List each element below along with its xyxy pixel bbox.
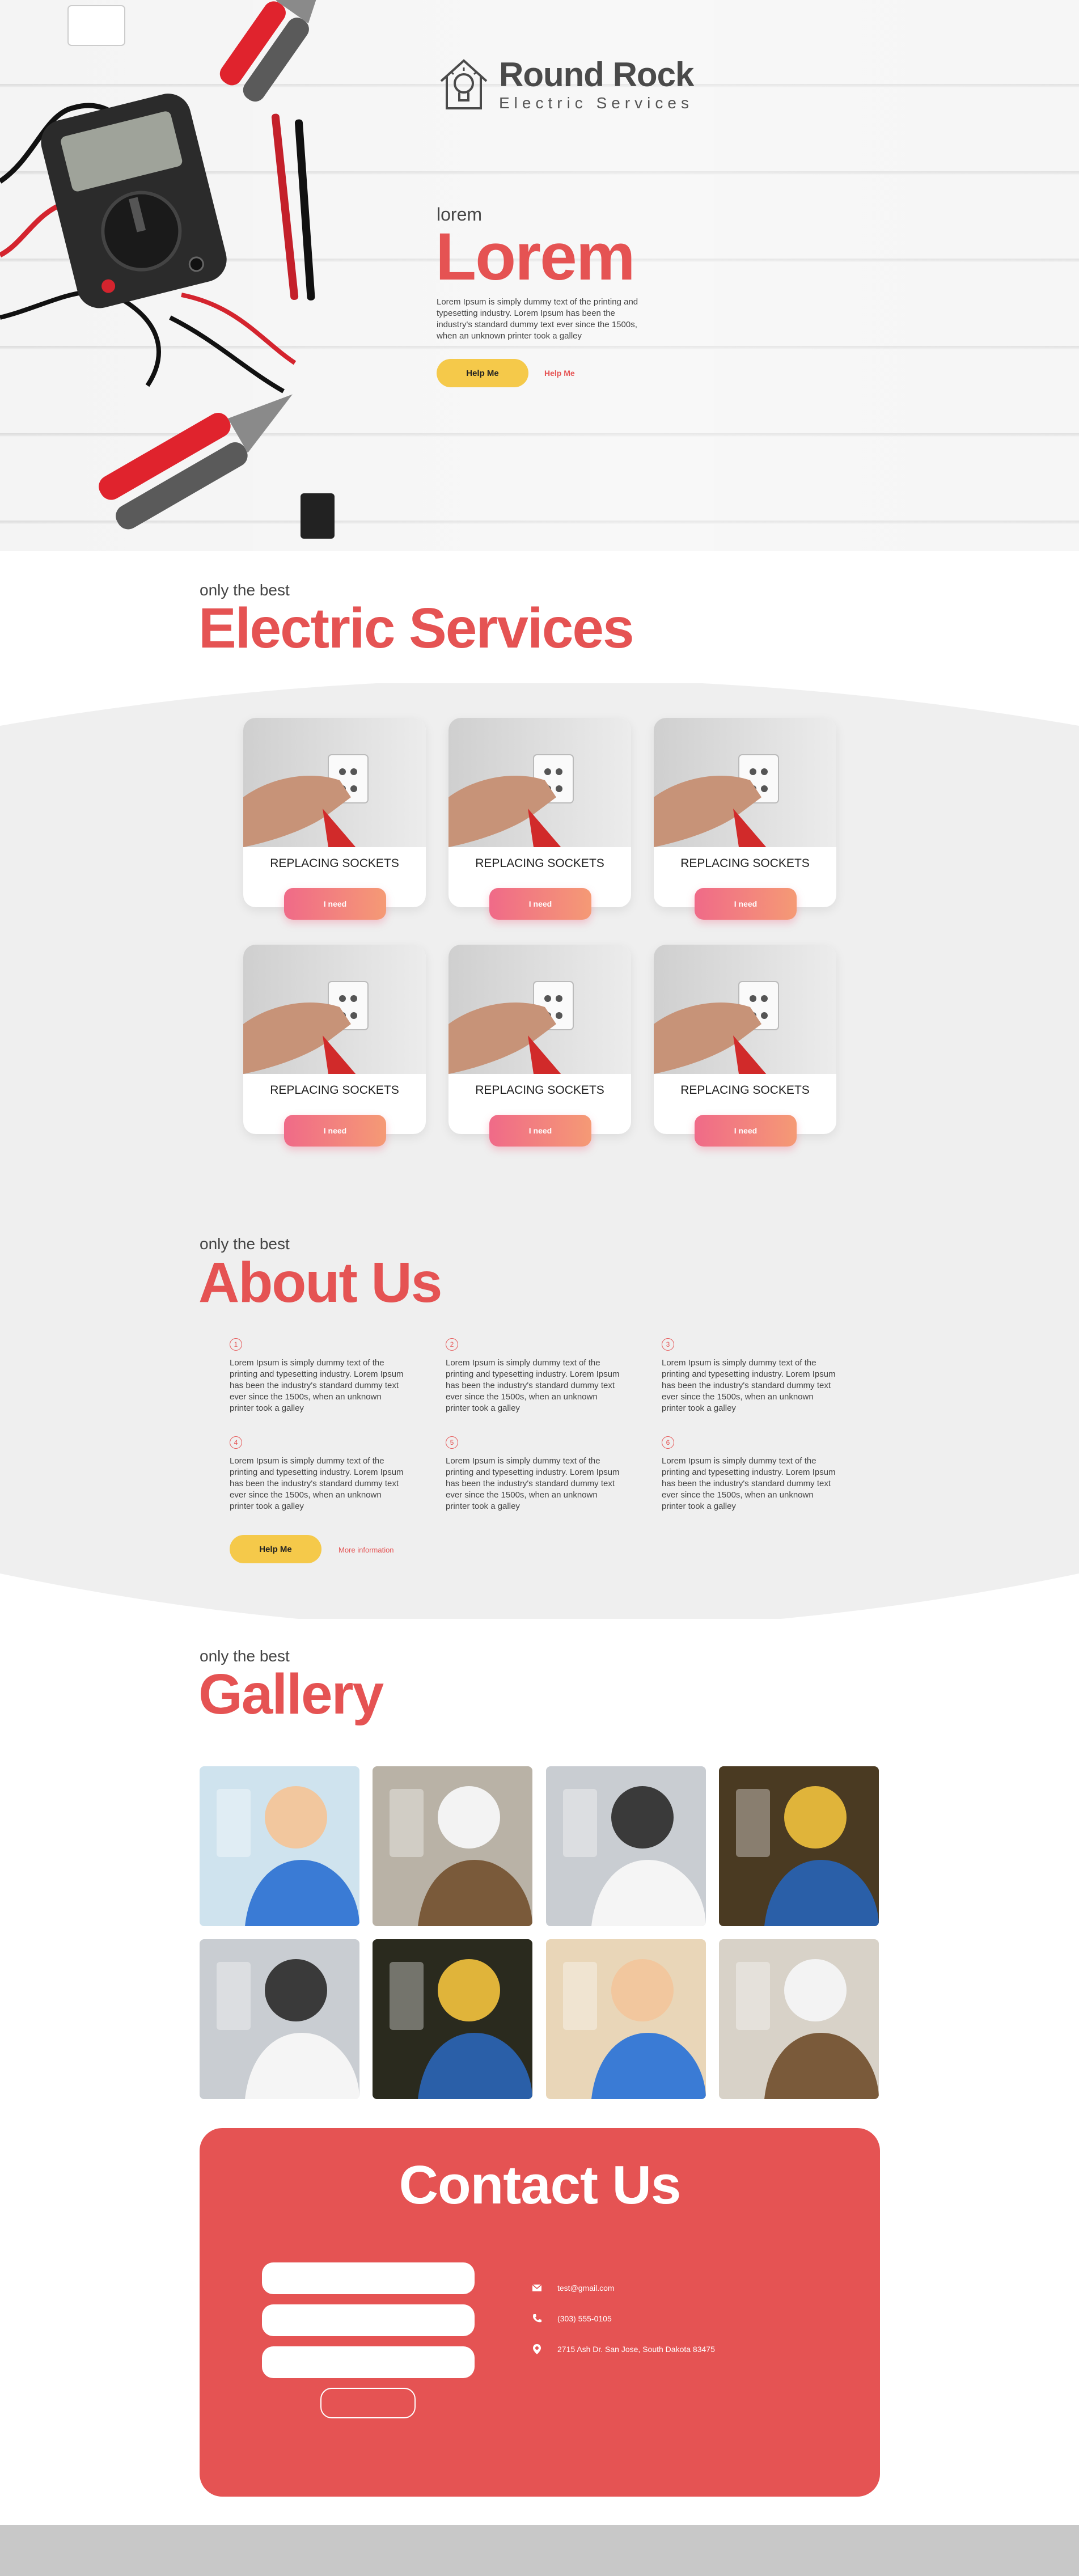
- contact-title: Contact Us: [399, 2155, 682, 2215]
- service-card[interactable]: REPLACING SOCKETS I need: [243, 718, 426, 920]
- about-item-number: 6: [662, 1436, 674, 1449]
- contact-address-text: 2715 Ash Dr. San Jose, South Dakota 8347…: [557, 2345, 715, 2354]
- gallery-photo: [546, 1939, 706, 2099]
- about-item: 4 Lorem Ipsum is simply dummy text of the…: [230, 1436, 405, 1512]
- about-item: 5 Lorem Ipsum is simply dummy text of the…: [446, 1436, 621, 1512]
- logo-text: Round Rock Electric Services: [499, 56, 694, 112]
- service-card-title: REPLACING SOCKETS: [270, 857, 399, 870]
- gallery-title: Gallery: [198, 1663, 384, 1726]
- mail-icon: [532, 2284, 542, 2291]
- about-item: 2 Lorem Ipsum is simply dummy text of the…: [446, 1338, 621, 1414]
- gallery-image[interactable]: [719, 1766, 879, 1926]
- hero-help-link[interactable]: Help Me: [544, 369, 575, 378]
- i-need-button[interactable]: I need: [489, 1115, 591, 1147]
- about-item-number: 2: [446, 1338, 458, 1351]
- i-need-button[interactable]: I need: [284, 888, 386, 920]
- contact-email-text: test@gmail.com: [557, 2283, 615, 2292]
- service-card-image: [448, 945, 631, 1075]
- gallery-image[interactable]: [546, 1939, 706, 2099]
- about-item-text: Lorem Ipsum is simply dummy text of the …: [230, 1358, 404, 1413]
- gallery-image[interactable]: [200, 1939, 359, 2099]
- about-help-button[interactable]: Help Me: [230, 1535, 321, 1563]
- more-information-link[interactable]: More information: [338, 1546, 394, 1554]
- service-card-title: REPLACING SOCKETS: [680, 857, 810, 870]
- gallery-photo: [200, 1766, 359, 1926]
- contact-section: Contact Us test@gmail.com (303) 555-0105…: [200, 2128, 880, 2497]
- service-card-title: REPLACING SOCKETS: [680, 1084, 810, 1097]
- about-item-number: 5: [446, 1436, 458, 1449]
- gallery-image[interactable]: [719, 1939, 879, 2099]
- service-card[interactable]: REPLACING SOCKETS I need: [448, 945, 631, 1147]
- electrician-tools-illustration: [0, 0, 335, 539]
- gallery-photo: [373, 1939, 532, 2099]
- gallery-image[interactable]: [373, 1939, 532, 2099]
- location-pin-icon: [533, 2344, 541, 2354]
- service-card[interactable]: REPLACING SOCKETS I need: [243, 945, 426, 1147]
- i-need-button[interactable]: I need: [695, 1115, 797, 1147]
- contact-phone[interactable]: (303) 555-0105: [531, 2313, 612, 2324]
- about-item: 1 Lorem Ipsum is simply dummy text of the…: [230, 1338, 405, 1414]
- about-item-text: Lorem Ipsum is simply dummy text of the …: [662, 1358, 836, 1413]
- logo-name: Round Rock: [499, 56, 694, 94]
- gallery-photo: [719, 1766, 879, 1926]
- hero-section: Round Rock Electric Services lorem Lorem…: [0, 0, 1079, 551]
- about-item: 6 Lorem Ipsum is simply dummy text of the…: [662, 1436, 837, 1512]
- i-need-button[interactable]: I need: [695, 888, 797, 920]
- gallery-photo: [373, 1766, 532, 1926]
- i-need-button[interactable]: I need: [284, 1115, 386, 1147]
- service-card[interactable]: REPLACING SOCKETS I need: [448, 718, 631, 920]
- about-item-number: 3: [662, 1338, 674, 1351]
- lightbulb-house-logo-icon: [440, 59, 488, 109]
- about-item-number: 1: [230, 1338, 242, 1351]
- about-item-text: Lorem Ipsum is simply dummy text of the …: [446, 1358, 620, 1413]
- service-card[interactable]: REPLACING SOCKETS I need: [654, 718, 836, 920]
- service-card-image: [654, 945, 836, 1075]
- service-card-title: REPLACING SOCKETS: [270, 1084, 399, 1097]
- about-item-number: 4: [230, 1436, 242, 1449]
- email-field[interactable]: [262, 2304, 475, 2336]
- submit-button[interactable]: [320, 2388, 416, 2418]
- gallery-photo: [546, 1766, 706, 1926]
- phone-icon: [533, 2314, 541, 2323]
- about-title: About Us: [198, 1251, 442, 1314]
- gallery-image[interactable]: [546, 1766, 706, 1926]
- service-card-image: [654, 718, 836, 848]
- hero-title: Lorem: [435, 219, 636, 294]
- page: Round Rock Electric Services lorem Lorem…: [0, 0, 1079, 2576]
- gallery-photo: [200, 1939, 359, 2099]
- contact-phone-text: (303) 555-0105: [557, 2314, 612, 2323]
- services-title: Electric Services: [198, 597, 634, 660]
- about-item-text: Lorem Ipsum is simply dummy text of the …: [662, 1456, 836, 1511]
- about-item-text: Lorem Ipsum is simply dummy text of the …: [446, 1456, 620, 1511]
- hero-description: Lorem Ipsum is simply dummy text of the …: [437, 297, 638, 341]
- footer: [0, 2525, 1079, 2576]
- service-card-image: [243, 718, 426, 848]
- logo-subtitle: Electric Services: [499, 94, 693, 112]
- gallery-image[interactable]: [373, 1766, 532, 1926]
- brand-logo[interactable]: Round Rock Electric Services: [437, 54, 694, 116]
- service-card-title: REPLACING SOCKETS: [475, 1084, 604, 1097]
- contact-email[interactable]: test@gmail.com: [531, 2282, 615, 2294]
- gallery-image[interactable]: [200, 1766, 359, 1926]
- hero-help-button[interactable]: Help Me: [437, 359, 528, 387]
- name-field[interactable]: [262, 2262, 475, 2294]
- phone-field[interactable]: [262, 2346, 475, 2378]
- service-card-image: [243, 945, 426, 1075]
- contact-address[interactable]: 2715 Ash Dr. San Jose, South Dakota 8347…: [531, 2344, 715, 2355]
- gallery-photo: [719, 1939, 879, 2099]
- i-need-button[interactable]: I need: [489, 888, 591, 920]
- about-item-text: Lorem Ipsum is simply dummy text of the …: [230, 1456, 404, 1511]
- service-card-image: [448, 718, 631, 848]
- service-card-title: REPLACING SOCKETS: [475, 857, 604, 870]
- about-item: 3 Lorem Ipsum is simply dummy text of the…: [662, 1338, 837, 1414]
- service-card[interactable]: REPLACING SOCKETS I need: [654, 945, 836, 1147]
